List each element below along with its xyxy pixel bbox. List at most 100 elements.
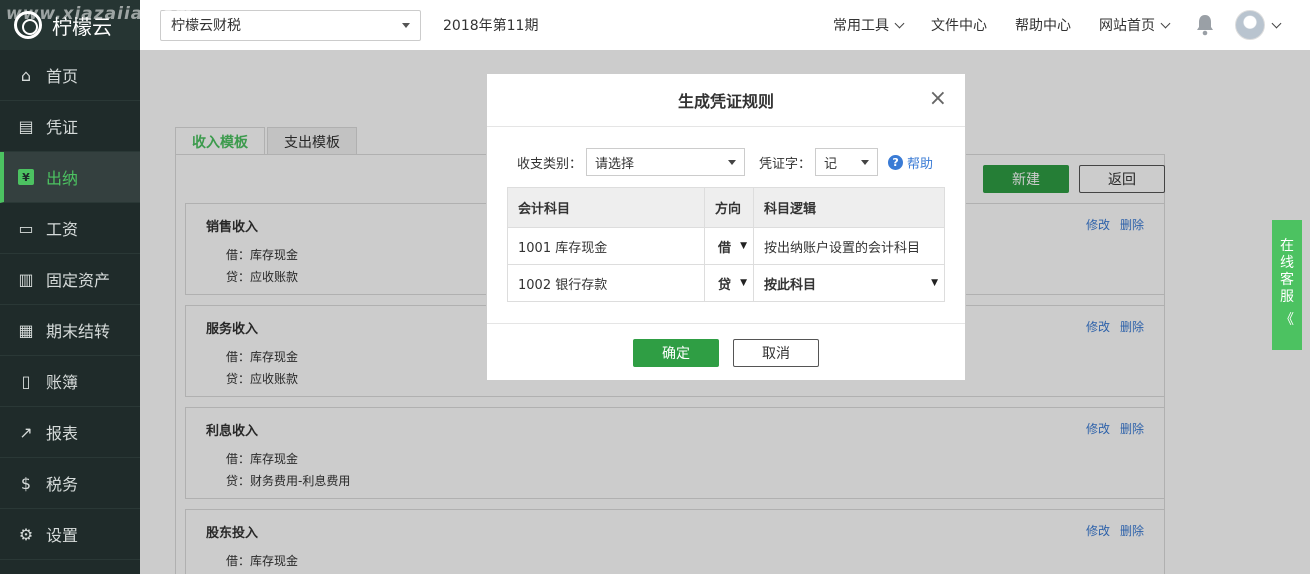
type-select[interactable]: 请选择 <box>586 148 746 176</box>
company-select[interactable]: 柠檬云财税 <box>160 9 421 41</box>
online-service-tab[interactable]: 在 线 客 服 《 <box>1272 220 1302 350</box>
confirm-button[interactable]: 确定 <box>633 338 719 367</box>
voucher-rule-dialog: 生成凭证规则 × 收支类别： 请选择 凭证字： 记 ? 帮助 会计科目 方向 科… <box>486 73 966 381</box>
chevron-down-icon <box>894 18 905 28</box>
company-name: 柠檬云财税 <box>171 18 241 34</box>
voucher-icon: ▤ <box>16 116 36 136</box>
asset-icon: ▥ <box>16 269 36 289</box>
cashier-icon: ¥ <box>16 167 36 187</box>
sidebar-item-2[interactable]: ¥ 出纳 <box>0 152 140 203</box>
chevron-down-icon <box>1160 18 1171 28</box>
triangle-down-icon: ▼ <box>740 241 747 251</box>
dialog-title: 生成凭证规则 <box>677 92 774 111</box>
chevron-down-icon <box>402 22 410 28</box>
direction-cell[interactable]: 借 ▼ <box>704 227 754 265</box>
dialog-header: 生成凭证规则 × <box>487 74 965 127</box>
nav-glyph: ⌂ <box>20 65 32 85</box>
tools-menu-label: 常用工具 <box>833 18 889 34</box>
chevron-down-icon[interactable] <box>1271 18 1282 28</box>
sidebar-item-label: 首页 <box>46 67 79 86</box>
ledger-icon: ▯ <box>16 371 36 391</box>
sidebar-item-5[interactable]: ▦ 期末结转 <box>0 305 140 356</box>
nav-glyph: ¥ <box>18 169 34 185</box>
sidebar-item-label: 期末结转 <box>46 322 111 341</box>
nav-glyph: $ <box>20 473 32 493</box>
account-cell: 1002 银行存款 <box>507 264 705 302</box>
sidebar-item-label: 设置 <box>46 526 79 545</box>
logic-cell: 按此科目 ▼ <box>753 264 945 302</box>
brand-name: 柠檬云 <box>52 14 112 39</box>
table-row: 1001 库存现金借 ▼ 按出纳账户设置的会计科目 <box>507 227 945 265</box>
logic-value: 按此科目 <box>764 277 817 293</box>
nav-glyph: ▯ <box>21 371 31 391</box>
brand[interactable]: 柠檬云 <box>0 0 140 50</box>
filter-row: 收支类别： 请选择 凭证字： 记 ? 帮助 <box>517 148 933 176</box>
chevron-down-icon <box>728 159 737 165</box>
direction-value: 借 <box>718 240 732 256</box>
file-center-link[interactable]: 文件中心 <box>931 15 987 35</box>
service-char: 服 <box>1280 289 1294 305</box>
sidebar-item-4[interactable]: ▥ 固定资产 <box>0 254 140 305</box>
account-cell: 1001 库存现金 <box>507 227 705 265</box>
service-char: 客 <box>1280 272 1294 288</box>
nav-glyph: ↗ <box>19 422 33 442</box>
tools-menu[interactable]: 常用工具 <box>833 15 905 35</box>
type-label: 收支类别： <box>517 156 583 172</box>
bell-icon[interactable] <box>1195 14 1215 36</box>
sidebar-item-label: 固定资产 <box>46 271 111 290</box>
logic-select[interactable]: 按此科目 ▼ <box>764 274 944 293</box>
sidebar-item-9[interactable]: ⚙ 设置 <box>0 509 140 560</box>
help-link[interactable]: ? 帮助 <box>888 153 933 172</box>
sidebar: www.xiazaiia.com 柠檬云 ⌂ 首页 ▤ 凭证 ¥ 出纳 ▭ 工资 ▥ 固定资产 ▦ 期… <box>0 0 192 574</box>
sidebar-item-0[interactable]: ⌂ 首页 <box>0 50 140 101</box>
lemon-logo-icon <box>14 11 42 39</box>
logic-cell: 按出纳账户设置的会计科目 <box>753 227 945 265</box>
sidebar-item-8[interactable]: $ 税务 <box>0 458 140 509</box>
file-center-label: 文件中心 <box>931 18 987 34</box>
cancel-button[interactable]: 取消 <box>733 338 819 367</box>
service-char: 在 <box>1280 238 1294 254</box>
direction-select[interactable]: 贷 ▼ <box>718 274 753 293</box>
column-header-account: 会计科目 <box>507 187 705 228</box>
dialog-footer: 确定 取消 <box>487 323 965 381</box>
sidebar-item-label: 账簿 <box>46 373 79 392</box>
double-chevron-left-icon: 《 <box>1280 312 1294 328</box>
chart-icon: ↗ <box>16 422 36 442</box>
question-icon: ? <box>888 154 904 170</box>
column-header-direction: 方向 <box>704 187 754 228</box>
column-header-logic: 科目逻辑 <box>753 187 945 228</box>
sidebar-item-3[interactable]: ▭ 工资 <box>0 203 140 254</box>
help-center-label: 帮助中心 <box>1015 18 1071 34</box>
sidebar-item-label: 税务 <box>46 475 79 494</box>
voucher-word-select[interactable]: 记 <box>815 148 879 176</box>
salary-icon: ▭ <box>16 218 36 238</box>
help-center-link[interactable]: 帮助中心 <box>1015 15 1071 35</box>
triangle-down-icon: ▼ <box>740 278 747 288</box>
topbar: 柠檬云财税 2018年第11期 常用工具 文件中心 帮助中心 网站首页 <box>140 0 1310 50</box>
sidebar-item-label: 凭证 <box>46 118 79 137</box>
sidebar-item-label: 报表 <box>46 424 79 443</box>
direction-cell[interactable]: 贷 ▼ <box>704 264 754 302</box>
sidebar-item-1[interactable]: ▤ 凭证 <box>0 101 140 152</box>
close-icon[interactable]: × <box>929 88 947 110</box>
word-value: 记 <box>824 156 838 172</box>
sidebar-item-label: 出纳 <box>46 169 79 188</box>
nav-glyph: ▭ <box>18 218 34 238</box>
word-label: 凭证字： <box>759 156 812 172</box>
sidebar-item-label: 工资 <box>46 220 79 239</box>
type-value: 请选择 <box>595 156 635 172</box>
website-home-menu[interactable]: 网站首页 <box>1099 15 1171 35</box>
top-links: 常用工具 文件中心 帮助中心 网站首页 <box>805 0 1282 50</box>
sidebar-item-6[interactable]: ▯ 账簿 <box>0 356 140 407</box>
home-icon: ⌂ <box>16 65 36 85</box>
website-home-label: 网站首页 <box>1099 18 1155 34</box>
direction-select[interactable]: 借 ▼ <box>718 237 753 256</box>
nav-glyph: ▥ <box>18 269 34 289</box>
avatar[interactable] <box>1235 10 1265 40</box>
sidebar-item-7[interactable]: ↗ 报表 <box>0 407 140 458</box>
tax-icon: $ <box>16 473 36 493</box>
service-char: 线 <box>1280 255 1294 271</box>
chevron-down-icon <box>861 159 870 165</box>
logic-value: 按出纳账户设置的会计科目 <box>764 240 921 256</box>
table-header-row: 会计科目 方向 科目逻辑 <box>507 187 945 228</box>
